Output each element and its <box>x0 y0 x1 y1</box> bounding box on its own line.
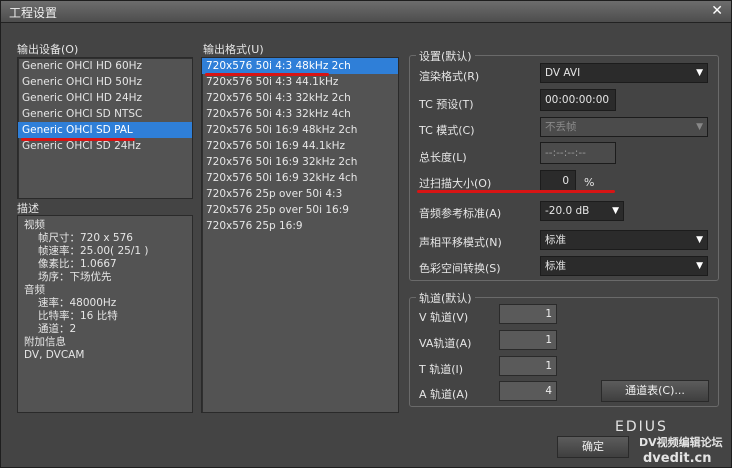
va-track-label: VA轨道(A) <box>419 337 472 350</box>
color-space-select[interactable]: 标准 ▼ <box>540 256 708 276</box>
chevron-down-icon: ▼ <box>696 122 703 132</box>
output-format-item[interactable]: 720x576 50i 4:3 32kHz 4ch <box>202 106 398 122</box>
description-line: 比特率：16 比特 <box>38 310 118 322</box>
output-format-item[interactable]: 720x576 50i 4:3 44.1kHz <box>202 74 398 90</box>
description-line: 音频 <box>24 284 45 296</box>
channel-table-button[interactable]: 通道表(C)... <box>601 380 709 402</box>
pan-mode-label: 声相平移模式(N) <box>419 236 502 249</box>
a-track-label: A 轨道(A) <box>419 388 469 401</box>
description-line: 像素比：1.0667 <box>38 258 117 270</box>
overscan-value: 0 <box>562 175 569 187</box>
render-format-label: 渲染格式(R) <box>419 70 480 83</box>
output-device-label: 输出设备(O) <box>17 43 79 56</box>
chevron-down-icon: ▼ <box>696 68 703 78</box>
project-settings-window: 工程设置 ✕ 输出设备(O) Generic OHCI HD 60Hz Gener… <box>0 0 732 468</box>
tc-preset-input[interactable]: 00:00:00:00 <box>540 89 616 111</box>
output-format-item[interactable]: 720x576 25p 16:9 <box>202 218 398 234</box>
settings-group-title: 设置(默认) <box>416 48 475 64</box>
pan-mode-value: 标准 <box>545 234 566 246</box>
output-format-item[interactable]: 720x576 50i 16:9 32kHz 2ch <box>202 154 398 170</box>
total-length-input: --:--:--:-- <box>540 142 616 164</box>
output-format-list[interactable]: 720x576 50i 4:3 48kHz 2ch 720x576 50i 4:3… <box>201 57 399 413</box>
audio-ref-label: 音频参考标准(A) <box>419 207 502 220</box>
description-line: 帧尺寸：720 x 576 <box>38 232 133 244</box>
output-device-item[interactable]: Generic OHCI HD 60Hz <box>18 58 192 74</box>
tc-preset-value: 00:00:00:00 <box>545 94 610 106</box>
format-highlight-underline <box>205 73 329 76</box>
render-format-select[interactable]: DV AVI ▼ <box>540 63 708 83</box>
overscan-label: 过扫描大小(O) <box>419 177 492 190</box>
output-format-item[interactable]: 720x576 50i 16:9 48kHz 2ch <box>202 122 398 138</box>
ok-button[interactable]: 确定 <box>557 436 629 458</box>
overscan-highlight-underline <box>417 190 615 193</box>
output-device-item[interactable]: Generic OHCI HD 50Hz <box>18 74 192 90</box>
site-watermark: dvedit.cn <box>643 451 712 466</box>
total-length-label: 总长度(L) <box>419 151 467 164</box>
output-format-item[interactable]: 720x576 50i 4:3 32kHz 2ch <box>202 90 398 106</box>
edius-watermark: EDIUS <box>615 419 668 435</box>
output-format-item[interactable]: 720x576 50i 4:3 48kHz 2ch <box>202 58 398 74</box>
output-format-item[interactable]: 720x576 25p over 50i 4:3 <box>202 186 398 202</box>
output-format-item[interactable]: 720x576 50i 16:9 32kHz 4ch <box>202 170 398 186</box>
va-track-input[interactable]: 1 <box>499 330 557 350</box>
output-device-item[interactable]: Generic OHCI HD 24Hz <box>18 90 192 106</box>
chevron-down-icon: ▼ <box>696 261 703 271</box>
description-line: 附加信息 <box>24 336 66 348</box>
tc-preset-label: TC 预设(T) <box>419 98 474 111</box>
pan-mode-select[interactable]: 标准 ▼ <box>540 230 708 250</box>
v-track-value: 1 <box>545 308 552 320</box>
description-line: 视频 <box>24 219 45 231</box>
description-label: 描述 <box>17 202 39 215</box>
a-track-input[interactable]: 4 <box>499 381 557 401</box>
tc-mode-label: TC 模式(C) <box>419 124 475 137</box>
chevron-down-icon: ▼ <box>612 206 619 216</box>
t-track-label: T 轨道(I) <box>419 363 464 376</box>
window-title: 工程设置 <box>9 6 58 20</box>
close-icon[interactable]: ✕ <box>711 3 723 19</box>
description-line: 速率：48000Hz <box>38 297 117 309</box>
overscan-input[interactable]: 0 <box>540 170 576 192</box>
description-line: 通道：2 <box>38 323 77 335</box>
t-track-value: 1 <box>545 360 552 372</box>
output-format-label: 输出格式(U) <box>203 43 264 56</box>
tc-mode-select[interactable]: 不丢帧 ▼ <box>540 117 708 137</box>
render-format-value: DV AVI <box>545 67 581 79</box>
t-track-input[interactable]: 1 <box>499 356 557 376</box>
tc-mode-value: 不丢帧 <box>545 121 577 133</box>
overscan-unit: % <box>584 176 595 189</box>
chevron-down-icon: ▼ <box>696 235 703 245</box>
audio-ref-value: -20.0 dB <box>545 205 590 217</box>
total-length-value: --:--:--:-- <box>545 147 586 159</box>
description-line: 帧速率：25.00( 25/1 ) <box>38 245 149 257</box>
a-track-value: 4 <box>545 385 552 397</box>
va-track-value: 1 <box>545 334 552 346</box>
audio-ref-select[interactable]: -20.0 dB ▼ <box>540 201 624 221</box>
description-line: 场序：下场优先 <box>38 271 112 283</box>
v-track-label: V 轨道(V) <box>419 311 469 324</box>
description-line: DV, DVCAM <box>24 349 85 361</box>
output-device-item[interactable]: Generic OHCI SD PAL <box>18 122 192 138</box>
output-format-item[interactable]: 720x576 50i 16:9 44.1kHz <box>202 138 398 154</box>
output-format-item[interactable]: 720x576 25p over 50i 16:9 <box>202 202 398 218</box>
output-device-item[interactable]: Generic OHCI SD NTSC <box>18 106 192 122</box>
color-space-label: 色彩空间转换(S) <box>419 262 501 275</box>
forum-watermark: DV视频编辑论坛 <box>639 436 723 449</box>
tracks-group-title: 轨道(默认) <box>416 290 475 306</box>
v-track-input[interactable]: 1 <box>499 304 557 324</box>
title-bar: 工程设置 ✕ <box>1 1 731 23</box>
color-space-value: 标准 <box>545 260 566 272</box>
output-device-list[interactable]: Generic OHCI HD 60Hz Generic OHCI HD 50Hz… <box>17 57 193 199</box>
description-box: 视频 帧尺寸：720 x 576 帧速率：25.00( 25/1 ) 像素比：1.06… <box>17 215 193 413</box>
device-highlight-underline <box>21 138 135 141</box>
